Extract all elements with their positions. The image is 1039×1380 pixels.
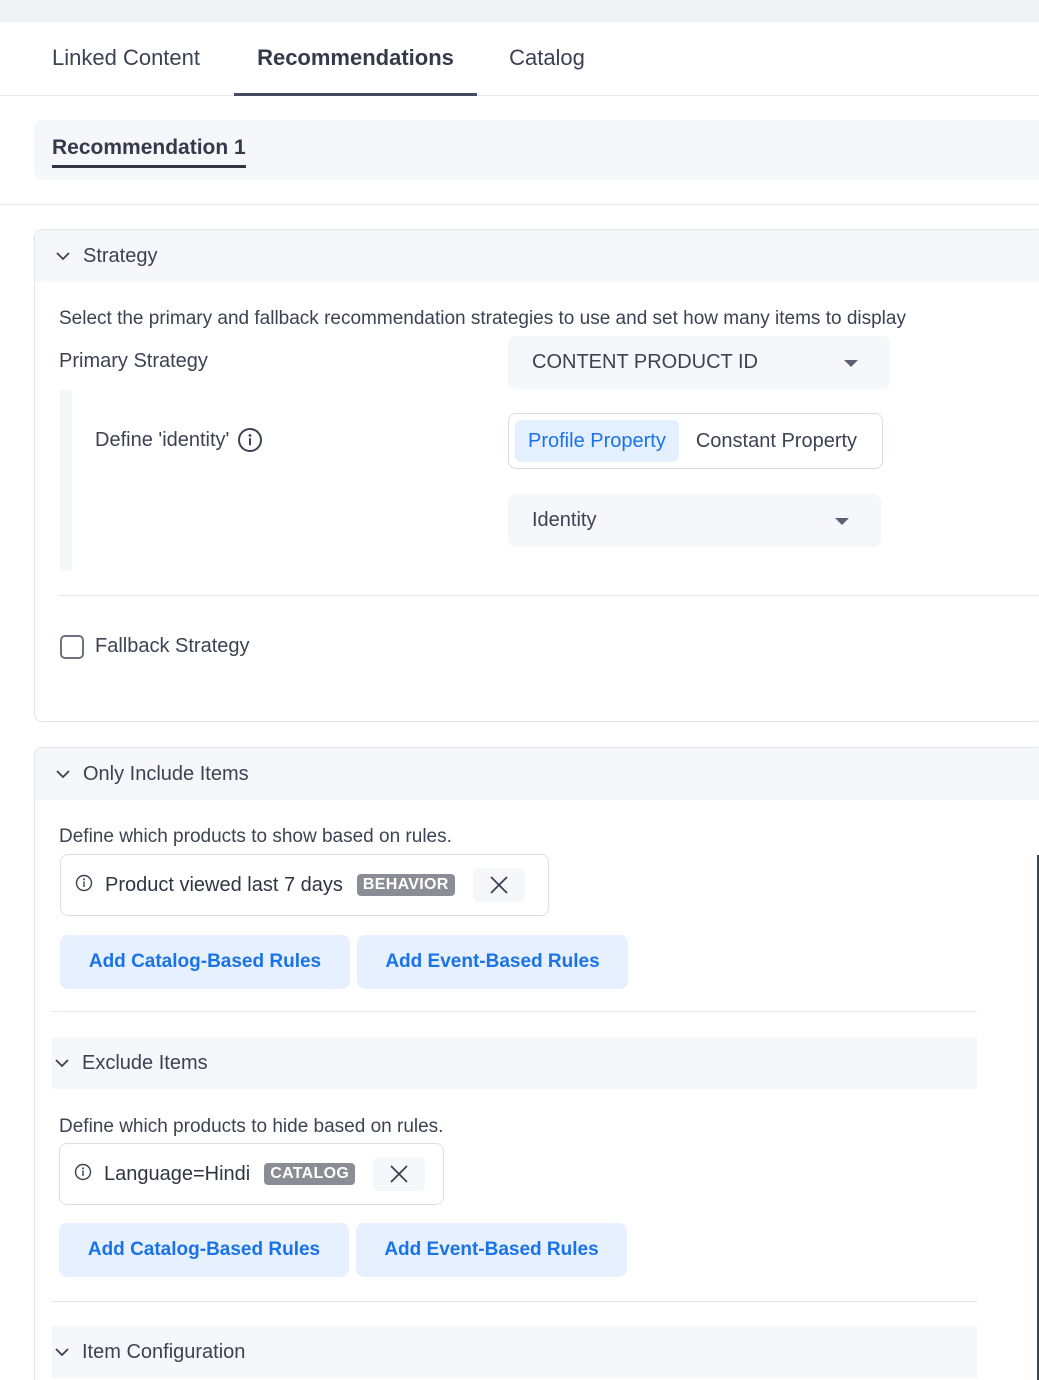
exclude-divider (52, 1301, 977, 1302)
exclude-header[interactable]: Exclude Items (52, 1037, 977, 1089)
strategy-panel: Strategy Select the primary and fallback… (34, 229, 1039, 722)
info-icon (75, 874, 93, 897)
include-header[interactable]: Only Include Items (35, 748, 1039, 800)
fallback-strategy-checkbox[interactable] (60, 635, 84, 659)
include-divider (52, 1011, 977, 1012)
include-rule-text: Product viewed last 7 days (105, 873, 343, 896)
include-description: Define which products to show based on r… (59, 826, 452, 847)
behavior-badge: BEHAVIOR (356, 874, 455, 896)
top-strip (0, 0, 1039, 22)
item-config-title: Item Configuration (82, 1340, 246, 1363)
item-config-header[interactable]: Item Configuration (52, 1326, 977, 1378)
identity-value: Identity (532, 509, 597, 531)
identity-select[interactable]: Identity (508, 494, 881, 547)
remove-rule-button[interactable] (373, 1157, 426, 1191)
chevron-down-icon (54, 1345, 69, 1359)
catalog-badge: CATALOG (264, 1163, 356, 1185)
identity-group-bar (60, 390, 72, 571)
segment-constant-property[interactable]: Constant Property (683, 420, 870, 462)
chevron-down-icon (55, 249, 70, 263)
primary-strategy-select[interactable]: CONTENT PRODUCT ID (508, 336, 890, 389)
caret-down-icon (844, 359, 858, 367)
identity-source-toggle: Profile Property Constant Property (508, 413, 883, 469)
tab-catalog[interactable]: Catalog (496, 22, 598, 95)
info-icon[interactable] (238, 428, 263, 452)
close-icon (390, 1165, 408, 1183)
tab-recommendation-1[interactable]: Recommendation 1 (52, 135, 246, 168)
tab-recommendations[interactable]: Recommendations (234, 22, 477, 96)
close-icon (489, 876, 508, 894)
chevron-down-icon (55, 767, 70, 781)
include-title: Only Include Items (83, 762, 249, 785)
tab-linked-content[interactable]: Linked Content (36, 22, 216, 95)
strategy-description: Select the primary and fallback recommen… (59, 308, 906, 329)
primary-strategy-label: Primary Strategy (59, 350, 208, 372)
identity-label-row: Define 'identity' (95, 428, 263, 452)
exclude-title: Exclude Items (82, 1051, 208, 1074)
section-divider (0, 204, 1039, 205)
info-icon (74, 1163, 92, 1186)
caret-down-icon (835, 517, 849, 525)
strategy-divider (59, 595, 1039, 596)
add-event-rules-button[interactable]: Add Event-Based Rules (356, 1223, 627, 1277)
add-catalog-rules-button[interactable]: Add Catalog-Based Rules (59, 1223, 349, 1277)
tab-bar: Linked Content Recommendations Catalog (0, 22, 1039, 96)
exclude-rule-chip: Language=Hindi CATALOG (59, 1143, 444, 1205)
add-catalog-rules-button[interactable]: Add Catalog-Based Rules (60, 935, 350, 989)
recommendation-tab-bar: Recommendation 1 (34, 120, 1039, 180)
primary-strategy-value: CONTENT PRODUCT ID (532, 351, 758, 373)
strategy-header[interactable]: Strategy (35, 230, 1039, 282)
include-rule-chip: Product viewed last 7 days BEHAVIOR (60, 854, 549, 916)
chevron-down-icon (54, 1056, 69, 1070)
remove-rule-button[interactable] (472, 868, 525, 902)
exclude-rule-text: Language=Hindi (104, 1162, 251, 1185)
add-event-rules-button[interactable]: Add Event-Based Rules (357, 935, 628, 989)
segment-profile-property[interactable]: Profile Property (515, 420, 679, 462)
identity-label: Define 'identity' (95, 428, 230, 451)
strategy-title: Strategy (83, 244, 158, 267)
fallback-strategy-label: Fallback Strategy (95, 635, 250, 657)
exclude-description: Define which products to hide based on r… (59, 1116, 444, 1137)
